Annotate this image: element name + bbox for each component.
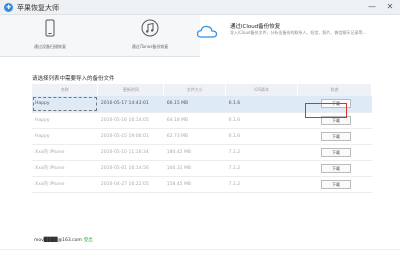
cloud-icon bbox=[196, 25, 218, 38]
mode-device-scan-label: 通过设备扫描恢复 bbox=[34, 44, 66, 49]
icloud-mode-description: 导入iCloud备份文件，分析出备份的联系人、短信、照片、微信聊天记录等... bbox=[230, 30, 367, 35]
cell-size: 158.45 MB bbox=[163, 176, 226, 193]
cell-name: Xxx的 iPhone bbox=[32, 176, 98, 193]
header-ios[interactable]: iOS版本 bbox=[225, 84, 299, 96]
download-button[interactable]: 下载 bbox=[321, 179, 352, 189]
cell-status: 下载 bbox=[297, 128, 372, 145]
itunes-icon bbox=[141, 19, 159, 37]
cell-ios: 7.1.2 bbox=[225, 160, 298, 177]
cell-size: 62.73 MB bbox=[163, 128, 226, 145]
download-button[interactable]: 下载 bbox=[321, 163, 352, 173]
cell-size: 64.18 MB bbox=[163, 112, 226, 129]
mode-icloud-backup[interactable]: 通过iCloud备份恢复 导入iCloud备份文件，分析出备份的联系人、短信、照… bbox=[196, 15, 400, 57]
list-caption: 请选择列表中需要导入的备份文件 bbox=[32, 76, 115, 82]
table-row[interactable]: Xxx的 iPhone 2016-04-27 16:22:05 158.45 M… bbox=[32, 176, 372, 193]
backup-table: 名称 更新时间 文件大小 iOS版本 状态 Happy 2016-05-17 1… bbox=[32, 84, 372, 193]
cell-name: Happy bbox=[32, 128, 98, 145]
cell-time: 2016-05-15 19:00:01 bbox=[97, 128, 164, 145]
app-logo-icon: ✚ bbox=[4, 3, 13, 12]
cell-size: 180.42 MB bbox=[163, 144, 226, 161]
cell-ios: 6.1.6 bbox=[225, 128, 298, 145]
mode-device-scan[interactable]: 通过设备扫描恢复 bbox=[0, 15, 100, 57]
phone-icon bbox=[45, 19, 55, 37]
mode-itunes-backup-label: 通过iTunes备份恢复 bbox=[131, 44, 169, 49]
minimize-button[interactable]: — bbox=[366, 1, 378, 13]
cell-time: 2016-05-10 11:16:34 bbox=[97, 144, 164, 161]
table-row[interactable]: Xxx的 iPhone 2016-05-10 11:16:34 180.42 M… bbox=[32, 144, 372, 161]
account-info: mov████@163.com 登出 bbox=[34, 237, 93, 243]
cell-time: 2016-04-27 16:22:05 bbox=[97, 176, 164, 193]
download-highlight-box bbox=[305, 103, 347, 118]
header-name[interactable]: 名称 bbox=[32, 84, 99, 96]
table-header-row: 名称 更新时间 文件大小 iOS版本 状态 bbox=[32, 84, 372, 96]
close-button[interactable]: ✕ bbox=[384, 1, 396, 13]
table-row[interactable]: Xxx的 iPhone 2016-05-01 16:14:56 160.31 M… bbox=[32, 160, 372, 177]
cell-ios: 7.1.2 bbox=[225, 144, 298, 161]
cell-ios: 6.1.6 bbox=[225, 96, 298, 113]
table-row[interactable]: Happy 2016-05-15 19:00:01 62.73 MB 6.1.6… bbox=[32, 128, 372, 145]
cell-status: 下载 bbox=[297, 144, 372, 161]
download-button[interactable]: 下载 bbox=[321, 147, 352, 157]
cell-status: 下载 bbox=[297, 160, 372, 177]
cell-name: Happy bbox=[32, 112, 98, 129]
cell-ios: 7.1.2 bbox=[225, 176, 298, 193]
cell-size: 66.15 MB bbox=[163, 96, 226, 113]
title-bar: ✚ 苹果恢复大师 — ✕ bbox=[0, 0, 400, 15]
logout-link[interactable]: 登出 bbox=[84, 238, 93, 243]
header-size[interactable]: 文件大小 bbox=[163, 84, 227, 96]
header-status: 状态 bbox=[297, 84, 372, 96]
cell-time: 2016-05-17 14:43:01 bbox=[97, 96, 164, 113]
cell-name: Xxx的 iPhone bbox=[32, 160, 98, 177]
cell-name: Xxx的 iPhone bbox=[32, 144, 98, 161]
cell-ios: 6.1.6 bbox=[225, 112, 298, 129]
icloud-mode-title: 通过iCloud备份恢复 bbox=[230, 24, 281, 30]
cell-status: 下载 bbox=[297, 176, 372, 193]
account-email: mov████@163.com bbox=[34, 238, 82, 243]
app-window: ✚ 苹果恢复大师 — ✕ 通过设备扫描恢复 通过iTunes备份恢复 通过iCl… bbox=[0, 0, 400, 261]
cell-time: 2016-05-16 16:14:05 bbox=[97, 112, 164, 129]
cell-size: 160.31 MB bbox=[163, 160, 226, 177]
cell-time: 2016-05-01 16:14:56 bbox=[97, 160, 164, 177]
download-button[interactable]: 下载 bbox=[321, 131, 352, 141]
footer-divider bbox=[0, 249, 400, 250]
mode-bar: 通过设备扫描恢复 通过iTunes备份恢复 通过iCloud备份恢复 导入iCl… bbox=[0, 15, 400, 57]
app-title: 苹果恢复大师 bbox=[17, 4, 59, 12]
header-time[interactable]: 更新时间 bbox=[97, 84, 165, 96]
cell-name: Happy bbox=[32, 96, 98, 113]
mode-itunes-backup[interactable]: 通过iTunes备份恢复 bbox=[100, 15, 200, 57]
